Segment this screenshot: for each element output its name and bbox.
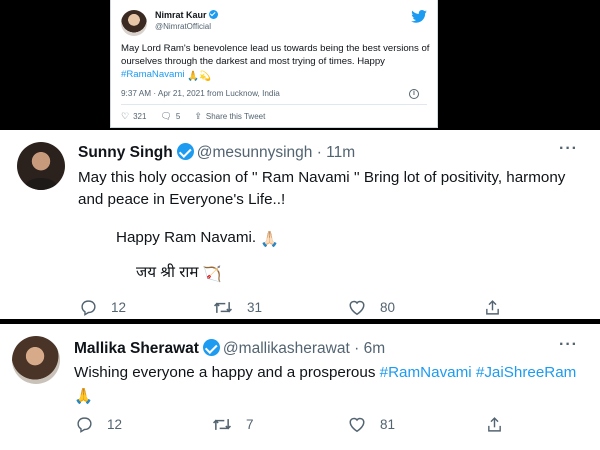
more-options-icon[interactable]: ··· (559, 336, 578, 354)
author-name-row[interactable]: Nimrat Kaur (155, 10, 218, 20)
embedded-tweet-card[interactable]: Nimrat Kaur @NimratOfficial May Lord Ram… (110, 0, 438, 128)
author-handle[interactable]: @mesunnysingh (197, 144, 313, 161)
share-label: Share this Tweet (205, 112, 266, 121)
tweet-sunny-singh[interactable]: Sunny Singh @mesunnysingh · 11m ··· May t… (0, 130, 600, 319)
retweet-count: 7 (246, 417, 254, 432)
retweet-count: 31 (247, 300, 263, 315)
heart-icon (349, 300, 365, 316)
share-button[interactable] (484, 299, 515, 316)
tweet-mallika-sherawat[interactable]: Mallika Sherawat @mallikasherawat · 6m ··… (0, 324, 600, 450)
reply-icon (77, 417, 92, 433)
folded-hands-emoji: 🙏 (74, 388, 93, 405)
hashtag-link[interactable]: #RamNavami (380, 364, 472, 381)
avatar[interactable] (17, 142, 65, 190)
folded-hands-emoji: 🙏💫 (187, 71, 212, 82)
tweet-line: जय श्री राम (136, 264, 199, 281)
reply-button[interactable]: 12 (76, 416, 122, 433)
tweet-line: and peace in Everyone's Life..! (78, 191, 286, 208)
info-icon[interactable]: i (409, 89, 419, 99)
share-icon (486, 300, 499, 315)
retweet-icon (213, 302, 233, 313)
tweet-text: Wishing everyone a happy and a prosperou… (74, 362, 584, 408)
share-icon: ⇪ (194, 111, 202, 121)
tweet-text-body: May Lord Ram's benevolence lead us towar… (121, 43, 430, 67)
tweet-header: Sunny Singh @mesunnysingh · 11m (78, 143, 355, 162)
tweet-time[interactable]: · 6m (354, 340, 385, 357)
embedded-tweet-panel: Nimrat Kaur @NimratOfficial May Lord Ram… (0, 0, 600, 128)
share-button[interactable] (486, 416, 517, 433)
retweet-icon (212, 419, 232, 430)
hashtag-link[interactable]: #JaiShreeRam (476, 364, 576, 381)
author-name[interactable]: Nimrat Kaur (155, 10, 207, 20)
tweet-line-hindi: जय श्री राम 🏹 (136, 262, 222, 286)
divider (121, 104, 427, 105)
author-name[interactable]: Sunny Singh (78, 144, 173, 161)
avatar[interactable] (121, 10, 147, 36)
tweet-time[interactable]: · 11m (317, 144, 355, 161)
retweet-button[interactable]: 7 (212, 416, 254, 433)
tweet-text: May this holy occasion of '' Ram Navami … (78, 167, 588, 211)
author-handle[interactable]: @NimratOfficial (155, 22, 211, 31)
share-icon (488, 417, 501, 432)
tweet-line-greeting: Happy Ram Navami. 🙏🏻 (116, 227, 279, 251)
tweet-text-body: Wishing everyone a happy and a prosperou… (74, 364, 380, 381)
like-action[interactable]: ♡ 321 (121, 111, 146, 122)
like-button[interactable]: 80 (348, 299, 395, 316)
reply-action[interactable]: 🗨 5 (160, 111, 180, 122)
heart-icon: ♡ (121, 111, 130, 121)
tweet-text: May Lord Ram's benevolence lead us towar… (121, 42, 431, 83)
reply-icon (81, 300, 96, 316)
tweet-line: May this holy occasion of '' Ram Navami … (78, 169, 566, 186)
avatar[interactable] (12, 336, 60, 384)
retweet-button[interactable]: 31 (213, 299, 262, 316)
tweet-timestamp[interactable]: 9:37 AM · Apr 21, 2021 from Lucknow, Ind… (121, 89, 280, 98)
like-count: 321 (133, 112, 147, 121)
author-name[interactable]: Mallika Sherawat (74, 340, 199, 357)
reply-count: 5 (175, 112, 181, 121)
like-count: 80 (380, 300, 396, 315)
reply-button[interactable]: 12 (80, 299, 126, 316)
like-count: 81 (380, 417, 396, 432)
verified-badge-icon (176, 143, 194, 160)
like-button[interactable]: 81 (348, 416, 395, 433)
verified-badge-icon (208, 10, 218, 19)
reply-icon: 🗨 (160, 111, 172, 121)
more-options-icon[interactable]: ··· (559, 140, 578, 158)
verified-badge-icon (202, 339, 220, 356)
author-handle[interactable]: @mallikasherawat (223, 340, 350, 357)
bow-and-arrow-emoji: 🏹 (202, 266, 222, 283)
reply-count: 12 (107, 417, 123, 432)
twitter-bird-icon[interactable] (411, 10, 427, 23)
hashtag-link[interactable]: #RamaNavami (121, 69, 184, 80)
tweet-header: Mallika Sherawat @mallikasherawat · 6m (74, 339, 385, 358)
folded-hands-emoji: 🙏🏻 (260, 231, 280, 248)
heart-icon (349, 417, 365, 433)
tweet-line: Happy Ram Navami. (116, 229, 257, 246)
reply-count: 12 (111, 300, 127, 315)
embed-actions: ♡ 321 🗨 5 ⇪ Share this Tweet (121, 111, 265, 122)
share-action[interactable]: ⇪ Share this Tweet (194, 111, 265, 122)
